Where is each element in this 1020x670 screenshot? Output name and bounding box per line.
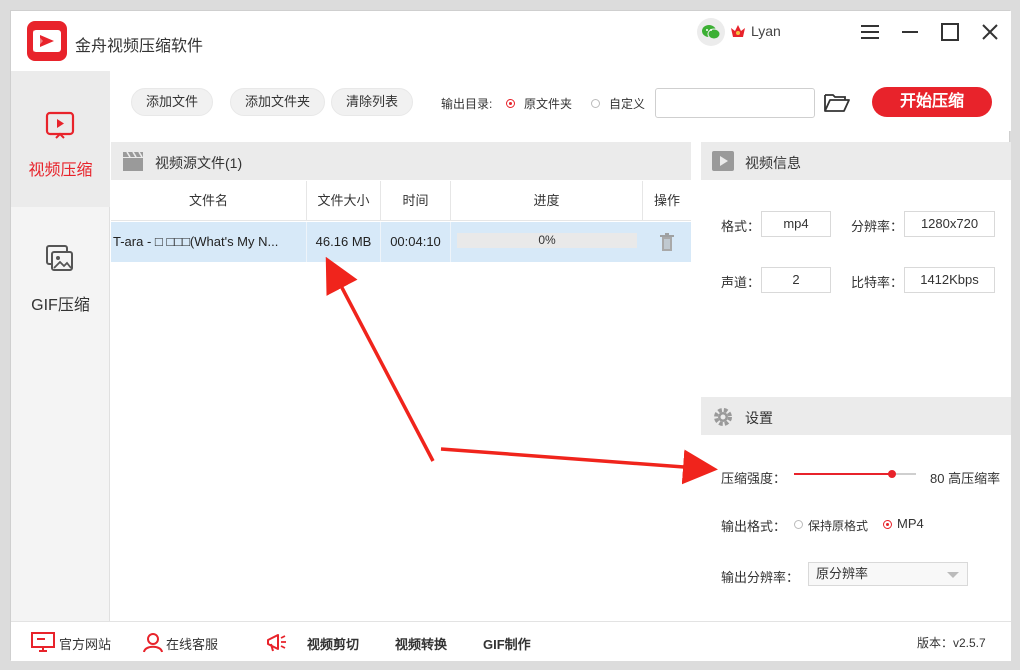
arrow-to-compression-strength bbox=[440, 447, 718, 485]
arrow-to-file-size bbox=[325, 256, 435, 462]
app-window: 金舟视频压缩软件 Lyan 视频压缩 GIF压缩 添加文件 添加文件夹 清除列表… bbox=[10, 10, 1011, 661]
annotation-arrows bbox=[325, 256, 718, 485]
